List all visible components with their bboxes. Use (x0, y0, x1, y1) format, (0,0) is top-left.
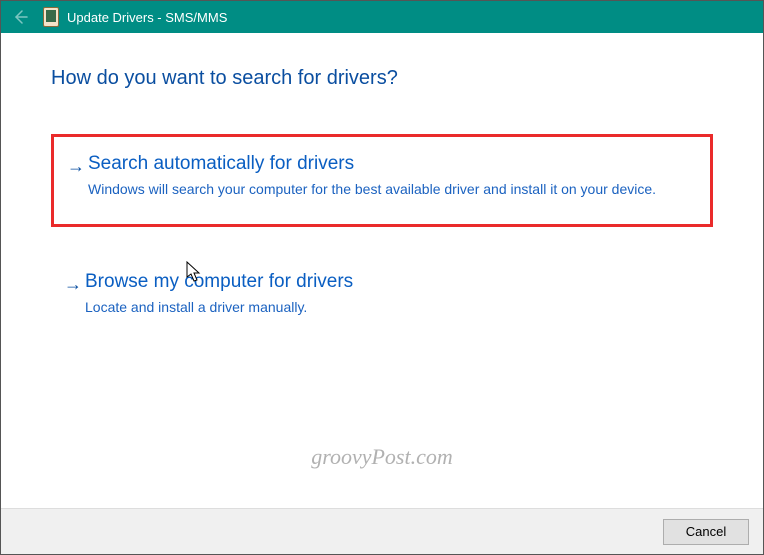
cancel-button[interactable]: Cancel (663, 519, 749, 545)
option-browse-computer[interactable]: → Browse my computer for drivers Locate … (51, 255, 713, 342)
dialog-footer: Cancel (1, 508, 763, 554)
dialog-content: How do you want to search for drivers? →… (1, 33, 763, 508)
option-title: Browse my computer for drivers (85, 271, 699, 293)
titlebar: Update Drivers - SMS/MMS (1, 1, 763, 33)
page-heading: How do you want to search for drivers? (51, 67, 713, 90)
option-title: Search automatically for drivers (88, 153, 696, 175)
window-title: Update Drivers - SMS/MMS (67, 10, 227, 25)
option-description: Locate and install a driver manually. (85, 297, 699, 318)
update-drivers-dialog: Update Drivers - SMS/MMS How do you want… (0, 0, 764, 555)
device-icon (43, 7, 59, 27)
option-description: Windows will search your computer for th… (88, 179, 696, 200)
arrow-right-icon: → (64, 153, 88, 179)
watermark: groovyPost.com (1, 444, 763, 470)
arrow-right-icon: → (61, 271, 85, 297)
back-icon[interactable] (9, 6, 31, 28)
option-search-automatically[interactable]: → Search automatically for drivers Windo… (51, 134, 713, 227)
